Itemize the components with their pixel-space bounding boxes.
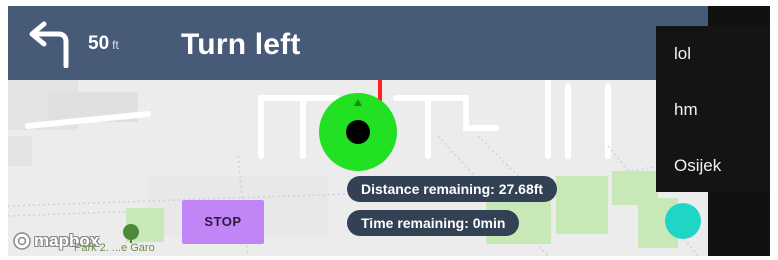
menu-item-lol[interactable]: lol bbox=[674, 44, 691, 64]
menu-item-hm[interactable]: hm bbox=[674, 100, 698, 120]
navigation-header: 50 ft Turn left bbox=[8, 6, 708, 80]
turn-left-arrow-icon bbox=[29, 21, 69, 68]
menu-item-osijek[interactable]: Osijek bbox=[674, 156, 721, 176]
time-remaining-label: Time remaining: 0min bbox=[347, 210, 520, 236]
maneuver-instruction: Turn left bbox=[181, 28, 301, 61]
overflow-menu: lol hm Osijek bbox=[656, 26, 770, 192]
mapbox-logo-icon bbox=[13, 232, 31, 250]
park-poi-icon bbox=[123, 224, 139, 243]
recenter-button[interactable] bbox=[665, 203, 701, 239]
app-frame: 50 ft Turn left lol hm Osijek Distance re… bbox=[8, 6, 770, 256]
stop-button[interactable]: STOP bbox=[182, 200, 264, 244]
maneuver-distance: 50 ft bbox=[88, 33, 119, 54]
park-map-label: Park 2. ...e Garo bbox=[74, 242, 155, 254]
distance-remaining-label: Distance remaining: 27.68ft bbox=[347, 176, 558, 202]
